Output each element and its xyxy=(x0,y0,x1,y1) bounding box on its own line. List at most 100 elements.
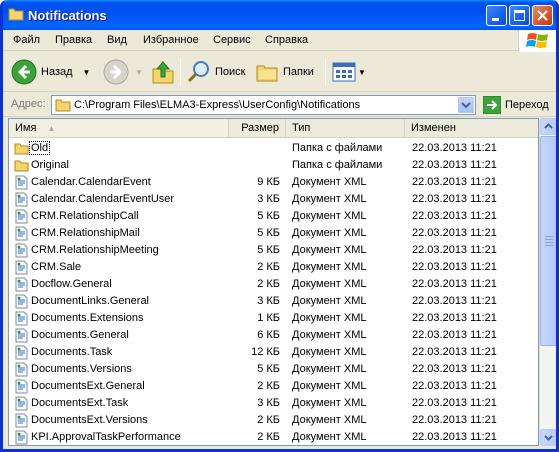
close-icon xyxy=(537,10,548,21)
file-type: Документ XML xyxy=(292,380,367,392)
menu-tools[interactable]: Сервис xyxy=(213,34,251,46)
file-row[interactable]: DocumentsExt.Task 3 КБ Документ XML 22.03.2… xyxy=(9,395,538,412)
file-size: 2 КБ xyxy=(257,380,280,392)
file-modified: 22.03.2013 11:21 xyxy=(412,244,497,256)
xml-file-icon xyxy=(14,294,29,309)
vertical-scrollbar[interactable] xyxy=(539,118,556,446)
file-type: Документ XML xyxy=(292,312,367,324)
file-size: 1 КБ xyxy=(257,312,280,324)
file-size: 5 КБ xyxy=(257,227,280,239)
file-row[interactable]: Calendar.CalendarEvent 9 КБ Документ XML 22… xyxy=(9,174,538,191)
xml-file-icon xyxy=(14,192,29,207)
file-modified: 22.03.2013 11:21 xyxy=(412,227,497,239)
file-name: Docflow.General xyxy=(31,278,112,290)
file-row[interactable]: Docflow.General 2 КБ Документ XML 22.03.201… xyxy=(9,276,538,293)
close-button[interactable] xyxy=(532,5,553,26)
file-modified: 22.03.2013 11:21 xyxy=(412,142,497,154)
sort-ascending-icon: ▲ xyxy=(47,124,56,133)
file-list[interactable]: Имя ▲ Размер Тип Изменен Old Папка с файл… xyxy=(8,118,539,446)
file-type: Документ XML xyxy=(292,397,367,409)
column-name-label: Имя xyxy=(15,122,37,134)
file-type: Документ XML xyxy=(292,227,367,239)
go-arrow-icon xyxy=(483,96,501,114)
file-size: 6 КБ xyxy=(257,329,280,341)
file-type: Документ XML xyxy=(292,363,367,375)
file-modified: 22.03.2013 11:21 xyxy=(412,414,497,426)
forward-dropdown-icon[interactable]: ▼ xyxy=(135,68,143,77)
column-header-name[interactable]: Имя ▲ xyxy=(9,119,229,137)
file-type: Документ XML xyxy=(292,176,367,188)
folder-icon xyxy=(14,158,29,173)
file-row[interactable]: DocumentLinks.General 3 КБ Документ XML 22.… xyxy=(9,293,538,310)
search-button[interactable]: Поиск xyxy=(187,58,245,86)
file-row[interactable]: Old Папка с файлами 22.03.2013 11:21 xyxy=(9,140,538,157)
title-bar[interactable]: Notifications xyxy=(3,0,556,30)
search-label: Поиск xyxy=(215,66,246,78)
file-size: 2 КБ xyxy=(257,261,280,273)
file-row[interactable]: DocumentsExt.Versions 2 КБ Документ XML 22.… xyxy=(9,412,538,429)
file-size: 9 КБ xyxy=(257,176,280,188)
menu-favorites[interactable]: Избранное xyxy=(143,34,199,46)
go-label: Переход xyxy=(505,99,549,111)
file-row[interactable]: Documents.Versions 5 КБ Документ XML 22.03.… xyxy=(9,361,538,378)
file-size: 5 КБ xyxy=(257,210,280,222)
views-dropdown-icon[interactable]: ▼ xyxy=(358,68,366,77)
address-dropdown-button[interactable] xyxy=(458,97,474,113)
column-header-type[interactable]: Тип xyxy=(286,119,405,137)
scroll-down-button[interactable] xyxy=(540,429,556,446)
file-row[interactable]: Documents.Task 12 КБ Документ XML 22.03.201… xyxy=(9,344,538,361)
folder-icon xyxy=(8,8,24,21)
views-icon xyxy=(332,62,356,82)
go-button[interactable]: Переход xyxy=(483,96,549,114)
menu-view[interactable]: Вид xyxy=(107,34,127,46)
views-button[interactable]: ▼ xyxy=(332,58,366,86)
file-row[interactable]: Calendar.CalendarEventUser 3 КБ Документ X… xyxy=(9,191,538,208)
file-row[interactable]: Documents.General 6 КБ Документ XML 22.03.2… xyxy=(9,327,538,344)
maximize-button[interactable] xyxy=(509,5,530,26)
file-name: Documents.Extensions xyxy=(31,312,144,324)
scroll-thumb[interactable] xyxy=(540,136,556,346)
file-type: Документ XML xyxy=(292,244,367,256)
menu-edit[interactable]: Правка xyxy=(55,34,92,46)
file-row[interactable]: CRM.RelationshipMeeting 5 КБ Документ XML 2… xyxy=(9,242,538,259)
folders-icon xyxy=(256,65,278,82)
file-modified: 22.03.2013 11:21 xyxy=(412,278,497,290)
file-modified: 22.03.2013 11:21 xyxy=(412,261,497,273)
file-row[interactable]: KPI.ApprovalTaskPerformance 2 КБ Документ … xyxy=(9,429,538,445)
scroll-up-button[interactable] xyxy=(540,118,556,135)
file-row[interactable]: DocumentsExt.General 2 КБ Документ XML 22.0… xyxy=(9,378,538,395)
file-name: Documents.General xyxy=(31,329,129,341)
file-modified: 22.03.2013 11:21 xyxy=(412,312,497,324)
column-header-size[interactable]: Размер xyxy=(229,119,286,137)
file-name: CRM.RelationshipMail xyxy=(31,227,140,239)
menu-file[interactable]: Файл xyxy=(13,34,40,46)
back-button[interactable]: Назад ▼ xyxy=(11,58,90,86)
file-name: Calendar.CalendarEventUser xyxy=(31,193,175,205)
forward-button[interactable]: ▼ xyxy=(103,58,143,86)
minimize-button[interactable] xyxy=(486,5,507,26)
file-row[interactable]: CRM.RelationshipMail 5 КБ Документ XML 22.0… xyxy=(9,225,538,242)
back-label: Назад xyxy=(41,66,73,78)
windows-flag-icon xyxy=(526,33,548,48)
file-modified: 22.03.2013 11:21 xyxy=(412,159,497,171)
file-modified: 22.03.2013 11:21 xyxy=(412,210,497,222)
file-row[interactable]: Documents.Extensions 1 КБ Документ XML 22.0… xyxy=(9,310,538,327)
xml-file-icon xyxy=(14,345,29,360)
address-input[interactable]: C:\Program Files\ELMA3-Express\UserConfi… xyxy=(51,95,476,115)
file-name: CRM.Sale xyxy=(31,261,82,273)
file-row[interactable]: Original Папка с файлами 22.03.2013 11:21 xyxy=(9,157,538,174)
thumb-grip xyxy=(545,236,553,237)
file-type: Документ XML xyxy=(292,261,367,273)
file-row[interactable]: CRM.RelationshipCall 5 КБ Документ XML 22.0… xyxy=(9,208,538,225)
back-dropdown-icon[interactable]: ▼ xyxy=(83,68,91,77)
menu-help[interactable]: Справка xyxy=(265,34,308,46)
address-bar: Адрес: C:\Program Files\ELMA3-Express\Us… xyxy=(3,93,556,117)
xml-file-icon xyxy=(14,379,29,394)
file-size: 2 КБ xyxy=(257,414,280,426)
column-header-modified[interactable]: Изменен xyxy=(405,119,538,137)
folders-button[interactable]: Папки xyxy=(255,58,314,86)
up-folder-button[interactable] xyxy=(151,58,175,86)
xml-file-icon xyxy=(14,413,29,428)
file-row[interactable]: CRM.Sale 2 КБ Документ XML 22.03.2013 11:21 xyxy=(9,259,538,276)
file-name: KPI.ApprovalTaskPerformance xyxy=(31,431,181,443)
